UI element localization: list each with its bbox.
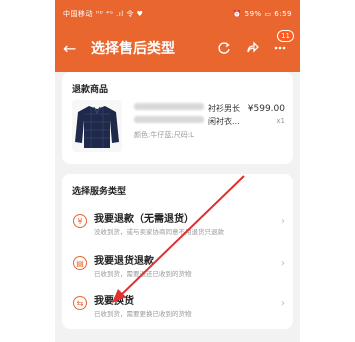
exchange-icon: ⇆: [73, 296, 87, 310]
notification-badge: 11: [277, 30, 294, 42]
product-card: 退款商品 衬衫男长 闲衬衣... ¥599.00 x1 颜色:牛仔蓝;尺码:L: [62, 72, 293, 164]
back-arrow-icon[interactable]: ←: [63, 39, 85, 58]
yuan-icon: ¥: [73, 214, 87, 228]
service-desc: 已收到货，需要退还已收到的货物: [94, 270, 192, 278]
product-image: [72, 100, 122, 152]
more-icon[interactable]: 11: [268, 30, 294, 60]
service-return-refund[interactable]: ▤ 我要退货退款 已收到货，需要退还已收到的货物 ›: [62, 248, 293, 284]
blurred-text: [134, 116, 204, 123]
service-desc: 没收到货，或与卖家协商同意不用退货只退款: [94, 228, 224, 236]
status-bar: 中国移动 ᴴᴰ ⁴ᴳ .ıl 令 ♥ ⏰ 59% ▭ 6:59: [55, 0, 300, 27]
chevron-right-icon: ›: [281, 298, 285, 309]
service-card-title: 选择服务类型: [72, 187, 127, 197]
chevron-right-icon: ›: [281, 258, 285, 269]
service-refund-only[interactable]: ¥ 我要退款（无需退货） 没收到货，或与卖家协商同意不用退货只退款 ›: [62, 206, 293, 242]
service-label: 我要退货退款: [94, 256, 154, 267]
phone-screen: 中国移动 ᴴᴰ ⁴ᴳ .ıl 令 ♥ ⏰ 59% ▭ 6:59 ← 选择售后类型…: [55, 0, 300, 342]
blurred-text: [134, 103, 204, 110]
service-label: 我要退款（无需退货）: [94, 214, 194, 225]
status-left: 中国移动 ᴴᴰ ⁴ᴳ .ıl 令 ♥: [63, 9, 144, 18]
product-quantity: x1: [276, 117, 285, 125]
product-name-line2: 闲衬衣...: [208, 117, 240, 126]
service-exchange[interactable]: ⇆ 我要换货 已收到货，需要更换已收到的货物 ›: [62, 288, 293, 324]
product-price: ¥599.00: [247, 104, 285, 114]
product-card-title: 退款商品: [72, 85, 109, 95]
page-title: 选择售后类型: [91, 41, 175, 57]
product-name-line1: 衬衫男长: [208, 104, 240, 113]
service-label: 我要换货: [94, 296, 134, 307]
refresh-icon[interactable]: [212, 36, 236, 60]
share-icon[interactable]: [240, 36, 264, 60]
service-desc: 已收到货，需要更换已收到的货物: [94, 310, 192, 318]
package-icon: ▤: [73, 256, 87, 270]
service-type-card: 选择服务类型 ¥ 我要退款（无需退货） 没收到货，或与卖家协商同意不用退货只退款…: [62, 174, 293, 329]
chevron-right-icon: ›: [281, 216, 285, 227]
status-right: ⏰ 59% ▭ 6:59: [232, 9, 292, 18]
nav-bar: ← 选择售后类型 11: [55, 27, 300, 69]
product-spec: 颜色:牛仔蓝;尺码:L: [134, 131, 194, 139]
